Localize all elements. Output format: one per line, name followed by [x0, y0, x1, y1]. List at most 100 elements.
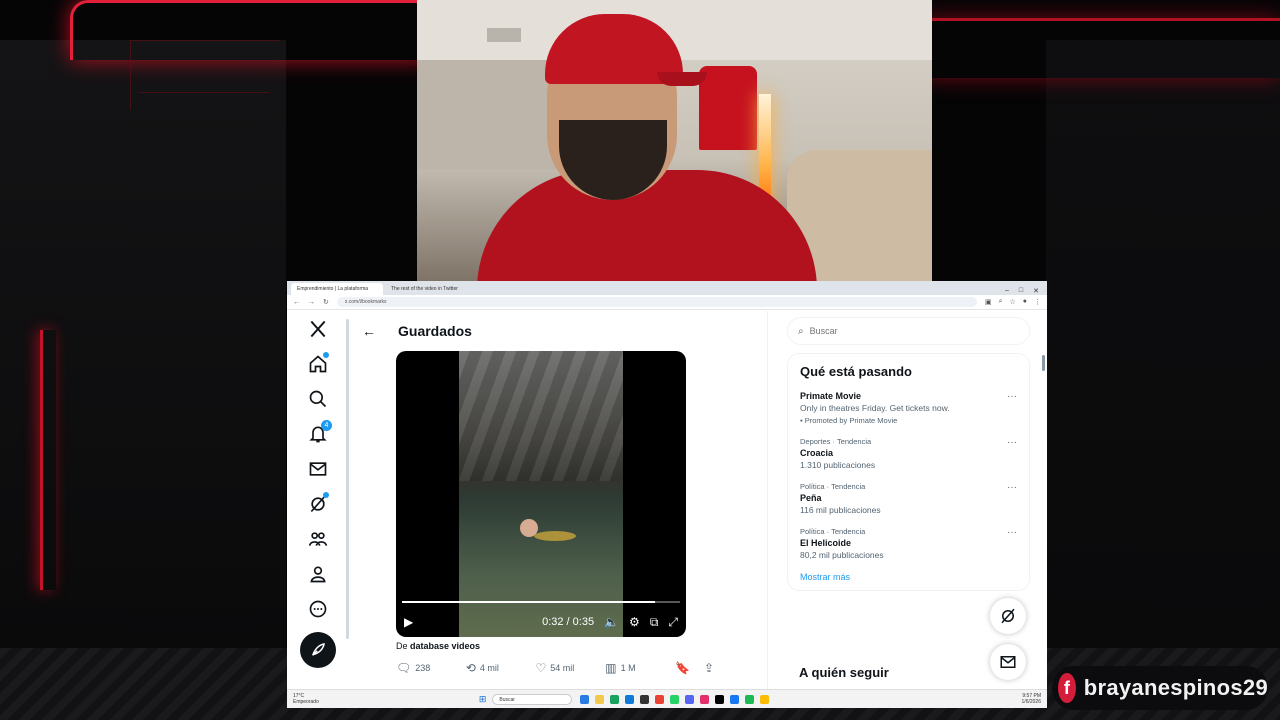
- trend-item[interactable]: Política · Tendencia Peña 116 mil public…: [800, 482, 1017, 515]
- notifications-bell-icon[interactable]: 4: [300, 416, 336, 451]
- taskbar-app-icon[interactable]: [640, 694, 650, 704]
- edge-icon[interactable]: [625, 694, 635, 704]
- facebook-app-icon[interactable]: [730, 694, 740, 704]
- trend-more-icon[interactable]: ···: [1007, 527, 1017, 538]
- taskbar-app-icon[interactable]: [655, 694, 665, 704]
- notifications-badge: 4: [321, 420, 332, 431]
- url-field[interactable]: x.com/i/bookmarks: [336, 297, 977, 307]
- video-source-line: De database videos: [396, 641, 480, 651]
- trend-description: Only in theatres Friday. Get tickets now…: [800, 403, 950, 413]
- messages-envelope-icon[interactable]: [300, 451, 336, 486]
- grok-unread-dot: [323, 492, 329, 498]
- maximize-button[interactable]: □: [1019, 287, 1023, 295]
- settings-gear-icon[interactable]: ⚙: [629, 615, 640, 629]
- bookmarks-header: ← Guardados: [350, 311, 767, 351]
- trend-more-icon[interactable]: ···: [1007, 482, 1017, 493]
- spotify-icon[interactable]: [745, 694, 755, 704]
- system-tray[interactable]: 9:57 PM 1/6/2026: [1022, 693, 1041, 705]
- video-progress-fill: [402, 601, 655, 603]
- x-app: 4 ← Guardados ▶ 0:32 / 0:35 🔈 ⚙ ⧉ ⤢ De d…: [287, 311, 1047, 691]
- feather-icon: [312, 643, 325, 656]
- reply-button[interactable]: 🗨 238: [396, 661, 466, 675]
- more-options-icon[interactable]: [300, 591, 336, 626]
- x-logo-icon[interactable]: [300, 311, 336, 346]
- post-actions: 🗨 238 ⟲ 4 mil ♡ 54 mil ▥ 1 M 🔖 ⇪: [396, 661, 714, 675]
- bookmark-star-icon[interactable]: ☆: [1009, 298, 1015, 306]
- taskbar-search[interactable]: Buscar: [492, 693, 573, 705]
- envelope-icon: [1000, 656, 1016, 668]
- chrome-icon[interactable]: [760, 694, 770, 704]
- taskbar-app-icon[interactable]: [610, 694, 620, 704]
- picture-in-picture-icon[interactable]: ⧉: [650, 615, 659, 630]
- whatsapp-icon[interactable]: [670, 694, 680, 704]
- trend-name: Primate Movie: [800, 391, 862, 401]
- views-button[interactable]: ▥ 1 M: [605, 661, 675, 675]
- trend-item[interactable]: Deportes · Tendencia Croacia 1.310 publi…: [800, 437, 1017, 470]
- page-scrollbar[interactable]: [1042, 355, 1045, 371]
- taskbar-app-icon[interactable]: [580, 694, 590, 704]
- browser-back-icon[interactable]: ←: [293, 299, 300, 306]
- folder-icon[interactable]: [595, 694, 605, 704]
- video-rock-texture: [459, 351, 623, 481]
- volume-icon[interactable]: 🔈: [604, 615, 619, 629]
- grok-float-button[interactable]: [990, 598, 1026, 634]
- repost-button[interactable]: ⟲ 4 mil: [466, 661, 536, 675]
- source-account-link[interactable]: database videos: [410, 641, 480, 651]
- extension-icon[interactable]: ▣: [985, 298, 992, 306]
- promoted-label: ▪ Promoted by Primate Movie: [800, 416, 898, 425]
- stream-overlay-hud: [130, 40, 280, 110]
- trend-more-icon[interactable]: ···: [1007, 437, 1017, 448]
- like-button[interactable]: ♡ 54 mil: [536, 661, 606, 675]
- views-chart-icon: ▥: [605, 661, 617, 675]
- trend-category: Política · Tendencia: [800, 527, 866, 536]
- close-window-button[interactable]: ✕: [1033, 287, 1039, 295]
- show-more-link[interactable]: Mostrar más: [800, 572, 1017, 582]
- trend-category: Deportes · Tendencia: [800, 437, 872, 446]
- zoom-icon[interactable]: ⌕: [999, 298, 1003, 306]
- views-count: 1 M: [620, 663, 636, 673]
- grok-icon[interactable]: [300, 486, 336, 521]
- webcam-vent: [487, 28, 521, 42]
- bookmark-icon[interactable]: 🔖: [675, 661, 690, 675]
- browser-tab[interactable]: Emprendimiento | La plataforma: [291, 283, 383, 295]
- start-windows-icon[interactable]: ⊞: [479, 694, 487, 705]
- browser-forward-icon[interactable]: →: [308, 299, 315, 306]
- webcam-framed-jersey: [699, 66, 757, 150]
- browser-address-bar: ← → ↻ x.com/i/bookmarks ▣ ⌕ ☆ ● ⋮: [287, 295, 1047, 310]
- nav-divider-scrollbar[interactable]: [346, 319, 349, 639]
- share-icon[interactable]: ⇪: [704, 661, 714, 675]
- trend-item[interactable]: Política · Tendencia El Helicoide 80,2 m…: [800, 527, 1017, 560]
- like-count: 54 mil: [550, 663, 575, 673]
- tiktok-icon[interactable]: [715, 694, 725, 704]
- trend-more-icon[interactable]: ···: [1007, 391, 1017, 402]
- who-to-follow-title: A quién seguir: [799, 665, 889, 680]
- reload-icon[interactable]: ↻: [323, 298, 329, 306]
- instagram-icon[interactable]: [700, 694, 710, 704]
- browser-menu-icon[interactable]: ⋮: [1034, 298, 1041, 306]
- fullscreen-icon[interactable]: ⤢: [668, 615, 678, 630]
- minimize-button[interactable]: –: [1005, 287, 1009, 295]
- trend-post-count: 80,2 mil publicaciones: [800, 550, 884, 560]
- video-player[interactable]: ▶ 0:32 / 0:35 🔈 ⚙ ⧉ ⤢: [396, 351, 686, 637]
- explore-search-icon[interactable]: [300, 381, 336, 416]
- communities-icon[interactable]: [300, 521, 336, 556]
- taskbar-app-icon[interactable]: [685, 694, 695, 704]
- search-input[interactable]: [809, 326, 1010, 336]
- weather-widget[interactable]: 17°C Empeorado: [293, 693, 319, 705]
- video-progress-bar[interactable]: [402, 601, 680, 603]
- browser-window: Emprendimiento | La plataforma The rest …: [287, 281, 1047, 708]
- messages-float-button[interactable]: [990, 644, 1026, 680]
- back-arrow-icon[interactable]: ←: [362, 323, 376, 339]
- compose-post-button[interactable]: [300, 632, 336, 668]
- trend-item[interactable]: Primate Movie Only in theatres Friday. G…: [800, 391, 1017, 425]
- webcam-feed: [417, 0, 932, 288]
- home-icon[interactable]: [300, 346, 336, 381]
- taskbar-search-label: Buscar: [499, 696, 515, 703]
- page-title: Guardados: [398, 323, 472, 339]
- browser-tab[interactable]: The rest of the video in Twitter: [385, 283, 477, 295]
- window-controls: – □ ✕: [1005, 287, 1047, 295]
- play-icon[interactable]: ▶: [404, 615, 413, 629]
- profile-icon[interactable]: [300, 556, 336, 591]
- search-box[interactable]: ⌕: [787, 317, 1030, 345]
- profile-avatar-icon[interactable]: ●: [1023, 298, 1027, 306]
